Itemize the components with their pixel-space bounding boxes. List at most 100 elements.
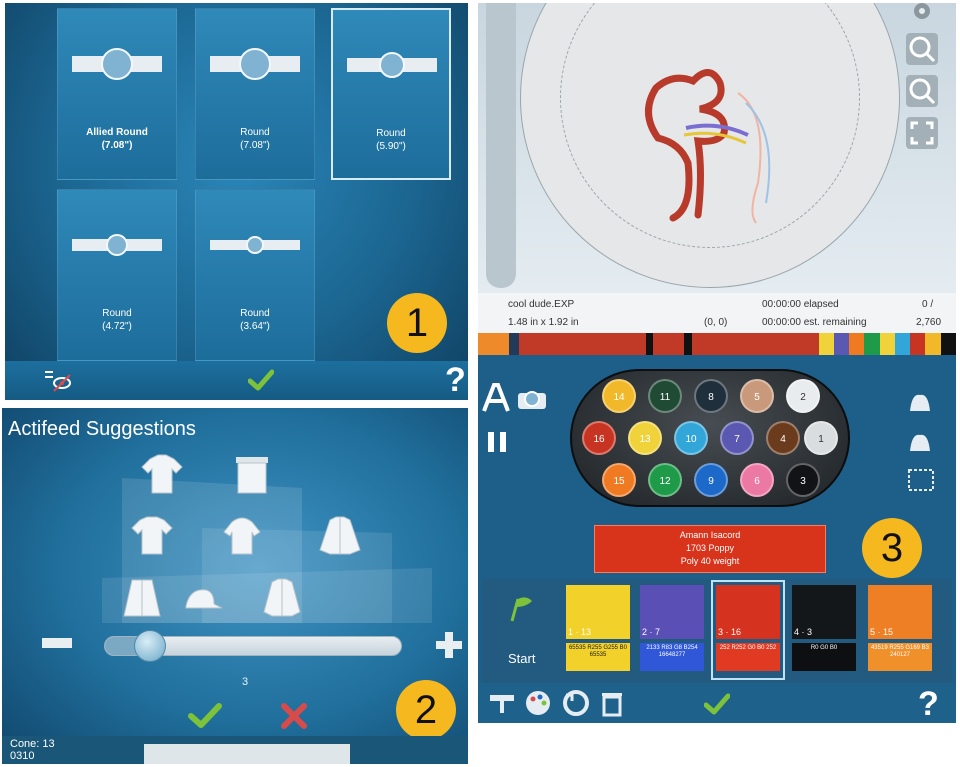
minus-icon[interactable] — [42, 638, 72, 648]
stop-code: 65535 R255 G255 B0 65535 — [566, 643, 630, 671]
hoop-icon — [72, 234, 162, 256]
thread-guide-icon[interactable] — [908, 391, 932, 413]
color-stop-1[interactable]: 1 · 13 65535 R255 G255 B0 65535 — [566, 585, 630, 675]
spool-5[interactable]: 5 — [740, 379, 774, 413]
plus-icon[interactable] — [434, 630, 464, 660]
spool-6[interactable]: 6 — [740, 463, 774, 497]
hoop-tile-allied-round-708[interactable]: Allied Round (7.08") — [57, 8, 177, 180]
design-info-bar: cool dude.EXP 1.48 in x 1.92 in (0, 0) 0… — [478, 293, 956, 333]
hoop-coordinates: (0, 0) — [704, 317, 728, 328]
check-icon[interactable] — [188, 702, 222, 730]
design-preview — [478, 3, 956, 293]
step-badge: 3 — [862, 518, 922, 578]
spool-8[interactable]: 8 — [694, 379, 728, 413]
cone-number: 0310 — [10, 750, 35, 762]
hoop-tile-round-472[interactable]: Round (4.72") — [57, 189, 177, 361]
hoop-name: Round — [240, 127, 270, 138]
color-stop-3-current[interactable]: 3 · 16 252 R252 G0 B0 252 — [711, 580, 785, 680]
thread-weight: Poly 40 weight — [680, 556, 740, 566]
step-badge: 1 — [387, 293, 447, 353]
pause-icon[interactable] — [486, 431, 508, 453]
slider-value: 3 — [242, 676, 249, 688]
hoop-icon — [72, 48, 162, 80]
actifeed-panel: Actifeed Suggestions 3 2 Cone: 13 0310 — [2, 408, 468, 764]
embroidery-design — [645, 69, 771, 224]
spool-16[interactable]: 16 — [582, 421, 616, 455]
spool-9[interactable]: 9 — [694, 463, 728, 497]
hoop-name: Round — [376, 128, 406, 139]
stitch-count: 0 / — [922, 299, 934, 310]
help-icon[interactable]: ? — [918, 685, 939, 723]
color-stop-4[interactable]: 4 · 3 R0 G0 B0 — [792, 585, 856, 675]
stitch-total: 2,760 — [916, 317, 942, 328]
hoop-tile-round-364[interactable]: Round (3.64") — [195, 189, 315, 361]
page-title: Actifeed Suggestions — [8, 418, 196, 440]
stop-code: 43519 R255 G169 B3 240127 — [868, 643, 932, 671]
spool-12[interactable]: 12 — [648, 463, 682, 497]
spool-4[interactable]: 4 — [766, 421, 800, 455]
color-stops-bar: Start 1 · 13 65535 R255 G255 B0 65535 2 … — [482, 579, 952, 683]
grid-pattern-icon[interactable] — [908, 469, 934, 491]
thread-guide-icon[interactable] — [908, 431, 932, 453]
palette-icon[interactable] — [524, 689, 552, 717]
elapsed-time: 00:00:00 elapsed — [762, 299, 839, 310]
thread-brand: Amann Isacord — [679, 530, 741, 540]
spool-15[interactable]: 15 — [602, 463, 636, 497]
trash-icon[interactable] — [600, 689, 624, 717]
stop-numbers: 3 · 16 — [718, 627, 742, 637]
sewing-machine-icon[interactable] — [488, 691, 516, 715]
polo-shirt-icon — [141, 454, 183, 494]
spool-10[interactable]: 10 — [674, 421, 708, 455]
hoop-tile-round-708[interactable]: Round (7.08") — [195, 8, 315, 180]
towel-icon — [236, 457, 268, 494]
hoodie-icon — [223, 517, 261, 555]
spool-14[interactable]: 14 — [602, 379, 636, 413]
stop-code: R0 G0 B0 — [792, 643, 856, 671]
help-icon[interactable]: ? — [445, 361, 466, 400]
check-icon[interactable] — [704, 693, 730, 715]
spool-3[interactable]: 3 — [786, 463, 820, 497]
dress-shirt-icon — [123, 579, 161, 617]
spool-11[interactable]: 11 — [648, 379, 682, 413]
hoop-move-icon[interactable] — [516, 387, 548, 411]
spool-13[interactable]: 13 — [628, 421, 662, 455]
x-icon[interactable] — [280, 702, 308, 730]
zoom-in-icon[interactable] — [906, 33, 938, 65]
fullscreen-icon[interactable] — [906, 117, 938, 149]
stop-numbers: 5 · 15 — [870, 627, 894, 637]
spool-1[interactable]: 1 — [804, 421, 838, 455]
hoop-name: Round — [102, 308, 132, 319]
zoom-out-icon[interactable] — [906, 75, 938, 107]
status-bar: Cone: 13 0310 — [2, 736, 468, 764]
status-field — [144, 744, 350, 764]
embroidery-machine-panel: cool dude.EXP 1.48 in x 1.92 in (0, 0) 0… — [478, 3, 956, 723]
check-icon[interactable] — [248, 369, 274, 391]
hoop-name: Round — [240, 308, 270, 319]
step-badge: 2 — [396, 680, 456, 740]
stop-numbers: 2 · 7 — [642, 627, 661, 637]
color-stop-5[interactable]: 5 · 15 43519 R255 G169 B3 240127 — [868, 585, 932, 675]
design-dimensions: 1.48 in x 1.92 in — [508, 317, 579, 328]
spool-palette: 14 11 8 5 2 16 13 10 7 4 1 15 12 9 6 3 — [570, 369, 850, 507]
thread-sequence-bar — [478, 333, 956, 355]
cap-icon — [185, 589, 223, 609]
thread-color: 1703 Poppy — [685, 543, 735, 553]
hoop-size: (3.64") — [240, 321, 270, 332]
spool-7[interactable]: 7 — [720, 421, 754, 455]
stop-numbers: 4 · 3 — [794, 627, 813, 637]
eye-slash-icon[interactable] — [45, 369, 71, 393]
spool-2[interactable]: 2 — [786, 379, 820, 413]
hoop-action-bar: ? — [5, 361, 468, 400]
slider-knob[interactable] — [134, 630, 166, 662]
color-stop-2[interactable]: 2 · 7 2133 R83 G8 B254 16648277 — [640, 585, 704, 675]
stop-code: 2133 R83 G8 B254 16648277 — [640, 643, 704, 671]
scroll-slider[interactable] — [486, 3, 516, 288]
hoop-size: (7.08") — [101, 140, 133, 151]
gear-icon[interactable] — [908, 3, 936, 25]
flag-icon[interactable] — [508, 595, 536, 623]
cone-label: Cone: 13 0310 — [10, 738, 55, 762]
reset-icon[interactable] — [562, 689, 590, 717]
text-letter-icon[interactable] — [482, 383, 510, 413]
hoop-tile-round-590-selected[interactable]: Round (5.90") — [331, 8, 451, 180]
start-label[interactable]: Start — [508, 651, 535, 666]
